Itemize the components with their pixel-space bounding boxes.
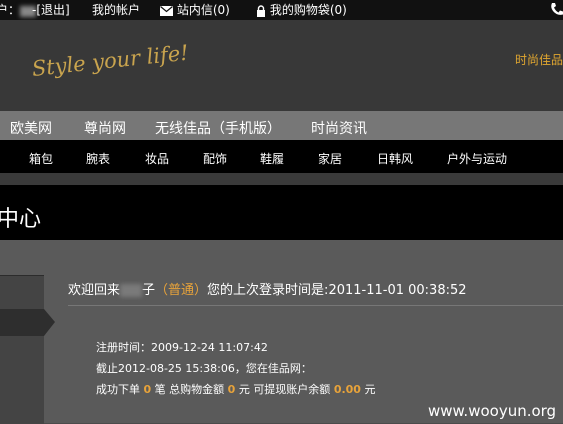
lock-icon xyxy=(257,4,265,17)
total-amount-label: 总购物金额 xyxy=(169,383,225,396)
logout-link[interactable]: -[退出] xyxy=(32,3,70,17)
balance-value: 0.00 xyxy=(333,383,361,396)
page-title-bar xyxy=(0,185,563,240)
welcome-message: 欢迎回来 子（普通）您的上次登录时间是:2011-11-01 00:38:52 xyxy=(68,279,467,298)
category-accessories[interactable]: 配饰 xyxy=(203,150,227,167)
category-outdoor[interactable]: 户外与运动 xyxy=(447,150,507,167)
cart-link[interactable]: 我的购物袋(0) xyxy=(256,3,347,17)
messages-label: 站内信(0) xyxy=(176,3,230,17)
top-bar: 户： -[退出] 我的帐户 站内信(0) 我的购物袋(0) xyxy=(0,0,563,20)
blurred-username xyxy=(120,284,143,297)
main-nav: 欧美网 尊尚网 无线佳品（手机版） 时尚资讯 xyxy=(0,111,563,140)
category-cosmetics[interactable]: 妆品 xyxy=(145,150,169,167)
sidebar xyxy=(0,275,44,424)
nav-item-luxury[interactable]: 尊尚网 xyxy=(84,118,126,138)
cutoff-time: 2012-08-25 15:38:06 xyxy=(118,362,235,375)
account-link[interactable]: 我的帐户 xyxy=(92,3,140,17)
orders-label: 成功下单 xyxy=(96,383,140,396)
last-login-label: 您的上次登录时间是: xyxy=(207,283,329,298)
phone-icon xyxy=(550,2,563,19)
category-jp-kr[interactable]: 日韩风 xyxy=(377,150,413,167)
username-fragment: 户： xyxy=(0,3,37,17)
category-shoes[interactable]: 鞋履 xyxy=(260,150,284,167)
member-level-badge[interactable]: （普通） xyxy=(155,283,207,298)
welcome-divider xyxy=(68,305,563,306)
balance-unit: 元 xyxy=(364,383,376,396)
orders-unit: 笔 xyxy=(154,383,166,396)
sidebar-active-item[interactable] xyxy=(0,309,44,336)
register-time-label: 注册时间： xyxy=(96,341,151,354)
stats-row: 成功下单 0 笔 总购物金额 0 元 可提现账户余额 0.00 元 xyxy=(96,381,375,397)
category-home[interactable]: 家居 xyxy=(318,150,342,167)
nav-item-mobile[interactable]: 无线佳品（手机版） xyxy=(155,118,281,138)
sidebar-active-arrow xyxy=(44,309,55,336)
cutoff-prefix: 截止 xyxy=(96,362,118,375)
nav-item-europe[interactable]: 欧美网 xyxy=(10,118,52,138)
orders-count: 0 xyxy=(143,383,152,396)
category-bags[interactable]: 箱包 xyxy=(29,150,53,167)
category-watches[interactable]: 腕表 xyxy=(86,150,110,167)
register-time-row: 注册时间：2009-12-24 11:07:42 xyxy=(96,339,268,355)
cutoff-row: 截止2012-08-25 15:38:06，您在佳品网： xyxy=(96,360,312,376)
header-fashion-link[interactable]: 时尚佳品 xyxy=(515,51,563,68)
messages-link[interactable]: 站内信(0) xyxy=(160,3,230,17)
cutoff-suffix: ，您在佳品网： xyxy=(234,362,312,375)
total-amount-unit: 元 xyxy=(238,383,250,396)
balance-label: 可提现账户余额 xyxy=(253,383,331,396)
last-login-time: 2011-11-01 00:38:52 xyxy=(328,283,467,298)
watermark: www.wooyun.org xyxy=(428,402,557,420)
welcome-prefix: 欢迎回来 xyxy=(68,283,121,298)
nav-spacer xyxy=(0,173,563,185)
category-nav: 箱包 腕表 妆品 配饰 鞋履 家居 日韩风 户外与运动 xyxy=(0,140,563,173)
welcome-name-suffix: 子 xyxy=(142,283,156,298)
register-time-value: 2009-12-24 11:07:42 xyxy=(151,341,268,354)
cart-label: 我的购物袋(0) xyxy=(269,3,347,17)
total-amount-value: 0 xyxy=(227,383,236,396)
mail-icon xyxy=(160,5,173,16)
nav-item-fashion-news[interactable]: 时尚资讯 xyxy=(311,118,367,138)
page-title: 中心 xyxy=(0,207,42,232)
